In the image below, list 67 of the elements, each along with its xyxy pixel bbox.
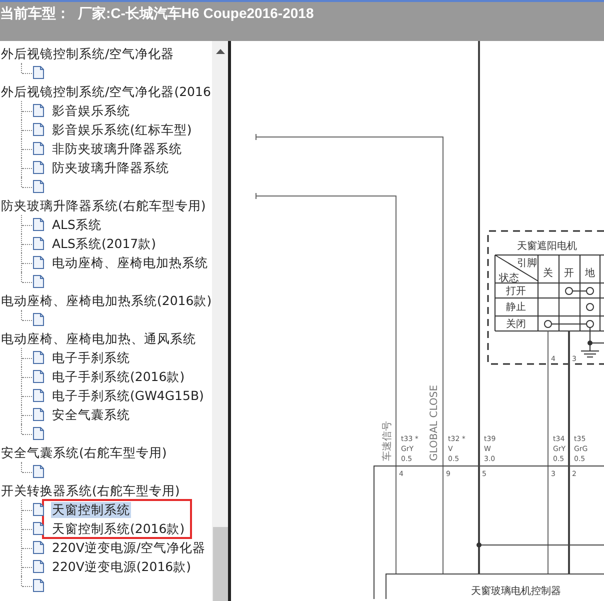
document-icon (33, 351, 44, 364)
tree-item[interactable]: 安全气囊系统(右舵车型专用) (0, 444, 168, 460)
tree-item[interactable]: 220V逆变电源(2016款) (51, 558, 192, 574)
tree-item[interactable]: 电子手刹系统(2016款) (51, 368, 186, 384)
document-icon (33, 541, 44, 554)
motor-label: 天窗遮阳电机 (517, 241, 577, 252)
signal-label: 车速信号 (382, 421, 393, 461)
document-icon (33, 161, 44, 174)
tree-item[interactable]: ALS系统(2017款) (51, 236, 158, 252)
tree-item[interactable]: 天窗控制系统 (51, 502, 131, 518)
table-header: 引脚 (517, 258, 537, 269)
document-icon (33, 123, 44, 136)
junction-dot (476, 542, 482, 548)
document-icon (33, 218, 44, 231)
controller-label: 天窗玻璃电机控制器 (471, 586, 561, 597)
contact-symbol (565, 287, 594, 295)
tree-item[interactable]: 电动座椅、座椅电加热系统(2016款) (0, 292, 212, 308)
document-icon (33, 579, 44, 592)
document-icon (33, 408, 44, 421)
tree-item[interactable]: 开关转换器系统(右舵车型专用) (0, 482, 181, 498)
table-header: 开 (564, 268, 574, 279)
tree-item[interactable]: 电子手刹系统 (51, 350, 131, 366)
scrollbar[interactable] (212, 41, 228, 601)
tree-item[interactable]: 影音娱乐系统 (51, 102, 131, 118)
contact-symbol (586, 303, 594, 311)
tree-item[interactable]: 安全气囊系统 (51, 406, 131, 422)
document-icon (33, 389, 44, 402)
tree-item[interactable]: 外后视镜控制系统/空气净化器(2016 (0, 84, 212, 100)
document-icon (33, 465, 44, 478)
contact-symbol (544, 320, 594, 328)
tree-item[interactable]: ALS系统 (51, 216, 102, 232)
document-icon (33, 503, 44, 516)
document-icon (33, 560, 44, 573)
table-cell: 静止 (506, 302, 526, 313)
ground-icon (580, 340, 600, 358)
document-icon (33, 256, 44, 269)
tree-item[interactable]: 非防夹玻璃升降器系统 (51, 140, 183, 156)
table-cell: 打开 (506, 286, 526, 297)
document-icon (33, 180, 44, 193)
wire-line (590, 327, 604, 344)
model-name: 厂家:C-长城汽车H6 Coupe2016-2018 (78, 4, 314, 22)
document-icon (33, 522, 44, 535)
tree-item[interactable]: 电动座椅、座椅电加热、通风系统 (0, 330, 197, 346)
model-label: 当前车型： (0, 4, 70, 22)
signal-label: GLOBAL CLOSE (429, 384, 440, 461)
tree-item[interactable]: 外后视镜控制系统/空气净化器 (0, 46, 176, 62)
document-icon (33, 313, 44, 326)
tree-item[interactable]: 防夹玻璃升降器系统 (51, 160, 170, 176)
tree-item[interactable]: 防夹玻璃升降器系统(右舵车型专用) (0, 198, 207, 214)
document-icon (33, 66, 44, 79)
document-icon (33, 104, 44, 117)
tree-item[interactable]: 电动座椅、座椅电加热系统 (51, 254, 209, 270)
scroll-up-icon[interactable] (216, 49, 224, 54)
tree-item[interactable]: 天窗控制系统(2016款) (51, 520, 186, 536)
document-icon (33, 370, 44, 383)
table-header: 地 (585, 268, 595, 279)
table-cell: 关闭 (506, 319, 526, 330)
tree-item[interactable]: 电子手刹系统(GW4G15B) (51, 388, 205, 404)
tree-item[interactable]: 影音娱乐系统(红标车型) (51, 122, 193, 138)
table-header: 关 (543, 268, 553, 279)
scrollbar-thumb[interactable] (212, 527, 228, 601)
document-icon (33, 237, 44, 250)
table-header: 状态 (499, 273, 519, 284)
document-icon (33, 142, 44, 155)
tree-item[interactable]: 220V逆变电源/空气净化器 (51, 540, 207, 556)
document-icon (33, 427, 44, 440)
document-icon (33, 275, 44, 288)
